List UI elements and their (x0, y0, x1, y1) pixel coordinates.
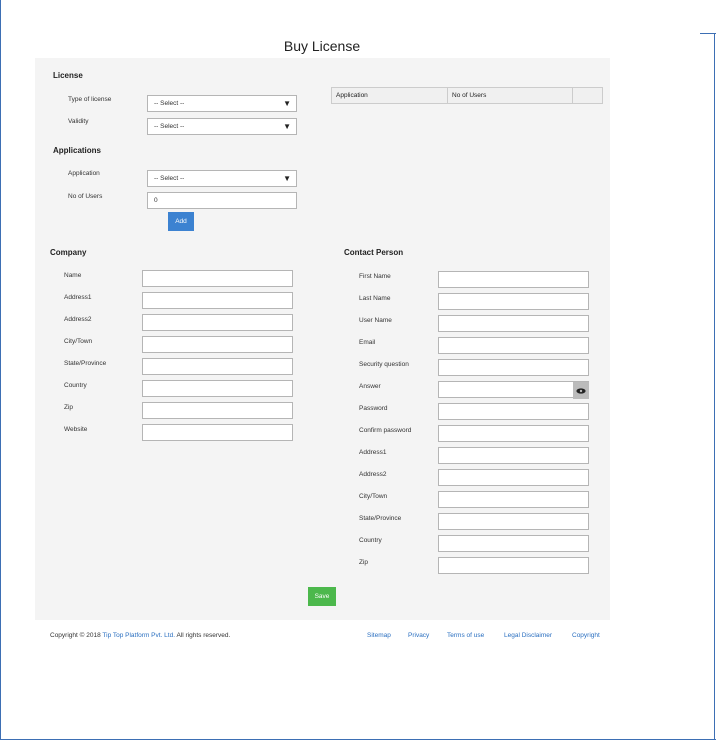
contact-country-input[interactable] (438, 535, 589, 552)
contact-last-name-label: Last Name (359, 295, 391, 302)
contact-answer-label: Answer (359, 383, 381, 390)
company-address1-label: Address1 (64, 294, 92, 301)
contact-address1-input[interactable] (438, 447, 589, 464)
company-city-town-input[interactable] (142, 336, 293, 353)
table-header-no-of-users: No of Users (448, 88, 573, 103)
add-button[interactable]: Add (168, 212, 194, 231)
company-zip-input[interactable] (142, 402, 293, 419)
footer-link-terms[interactable]: Terms of use (447, 632, 484, 639)
caret-down-icon: ▼ (283, 99, 291, 108)
company-name-input[interactable] (142, 270, 293, 287)
contact-person-heading: Contact Person (344, 248, 404, 257)
page-title: Buy License (283, 38, 361, 54)
footer-link-privacy[interactable]: Privacy (408, 632, 429, 639)
contact-email-input[interactable] (438, 337, 589, 354)
footer-copyright: Copyright © 2018 Tip Top Platform Pvt. L… (50, 632, 230, 639)
contact-address2-input[interactable] (438, 469, 589, 486)
no-of-users-input[interactable]: 0 (147, 192, 297, 209)
company-link[interactable]: Tip Top Platform Pvt. Ltd. (102, 632, 175, 639)
company-address2-label: Address2 (64, 316, 92, 323)
contact-address2-label: Address2 (359, 471, 387, 478)
validity-select[interactable]: -- Select -- ▼ (147, 118, 297, 135)
window-border-right (714, 34, 715, 740)
footer-link-copyright[interactable]: Copyright (572, 632, 600, 639)
footer-link-legal[interactable]: Legal Disclaimer (504, 632, 552, 639)
company-address2-input[interactable] (142, 314, 293, 331)
application-label: Application (68, 170, 100, 177)
license-heading: License (53, 71, 83, 80)
table-header-application: Application (332, 88, 448, 103)
company-website-input[interactable] (142, 424, 293, 441)
company-zip-label: Zip (64, 404, 74, 411)
contact-password-label: Password (359, 405, 388, 412)
contact-state-province-label: State/Province (359, 515, 402, 522)
applications-heading: Applications (53, 146, 102, 155)
contact-city-town-label: City/Town (359, 493, 388, 500)
company-state-province-label: State/Province (64, 360, 107, 367)
company-state-province-input[interactable] (142, 358, 293, 375)
contact-user-name-label: User Name (359, 317, 392, 324)
contact-country-label: Country (359, 537, 382, 544)
contact-state-province-input[interactable] (438, 513, 589, 530)
contact-first-name-input[interactable] (438, 271, 589, 288)
contact-answer-input[interactable] (438, 381, 589, 398)
company-name-label: Name (64, 272, 82, 279)
application-value: -- Select -- (154, 175, 185, 182)
save-button[interactable]: Save (308, 587, 336, 606)
copyright-prefix: Copyright © 2018 (50, 632, 101, 639)
contact-user-name-input[interactable] (438, 315, 589, 332)
application-select[interactable]: -- Select -- ▼ (147, 170, 297, 187)
contact-zip-label: Zip (359, 559, 369, 566)
contact-email-label: Email (359, 339, 376, 346)
contact-first-name-label: First Name (359, 273, 391, 280)
company-city-town-label: City/Town (64, 338, 93, 345)
contact-city-town-input[interactable] (438, 491, 589, 508)
window-border-left (0, 0, 1, 740)
contact-password-input[interactable] (438, 403, 589, 420)
type-of-license-select[interactable]: -- Select -- ▼ (147, 95, 297, 112)
company-address1-input[interactable] (142, 292, 293, 309)
company-website-label: Website (64, 426, 88, 433)
contact-security-question-input[interactable] (438, 359, 589, 376)
caret-down-icon: ▼ (283, 174, 291, 183)
company-heading: Company (50, 248, 87, 257)
copyright-suffix: All rights reserved. (176, 632, 231, 639)
eye-icon[interactable] (573, 382, 589, 399)
company-country-input[interactable] (142, 380, 293, 397)
contact-confirm-password-input[interactable] (438, 425, 589, 442)
validity-value: -- Select -- (154, 123, 185, 130)
table-header-action (573, 88, 602, 103)
company-country-label: Country (64, 382, 87, 389)
applications-table-header: Application No of Users (331, 87, 603, 104)
no-of-users-label: No of Users (68, 193, 103, 200)
caret-down-icon: ▼ (283, 122, 291, 131)
type-of-license-value: -- Select -- (154, 100, 185, 107)
footer-link-sitemap[interactable]: Sitemap (367, 632, 391, 639)
contact-confirm-password-label: Confirm password (359, 427, 412, 434)
contact-security-question-label: Security question (359, 361, 409, 368)
contact-zip-input[interactable] (438, 557, 589, 574)
validity-label: Validity (68, 118, 89, 125)
contact-last-name-input[interactable] (438, 293, 589, 310)
type-of-license-label: Type of license (68, 96, 112, 103)
contact-address1-label: Address1 (359, 449, 387, 456)
